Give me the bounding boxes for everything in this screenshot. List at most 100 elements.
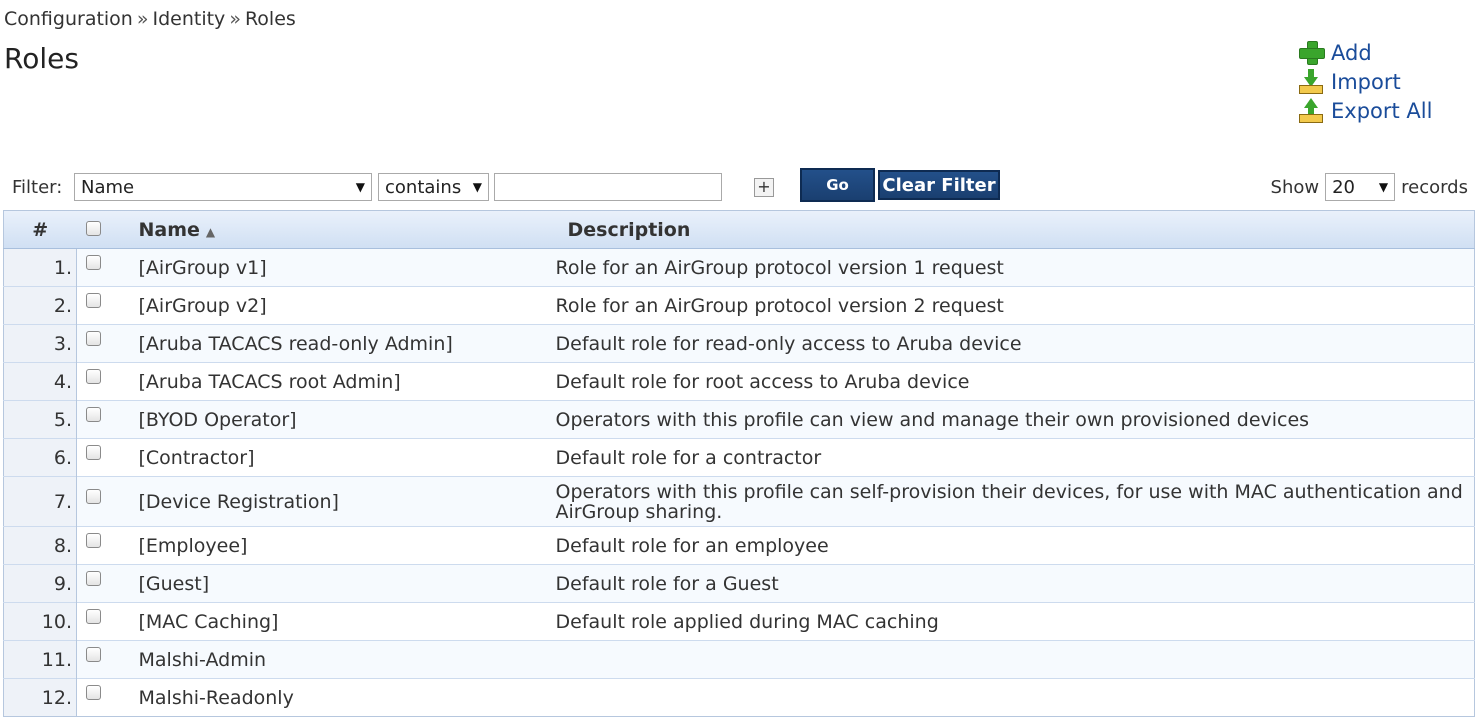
add-filter-condition-button[interactable]: + xyxy=(754,178,774,197)
filter-operator-select[interactable]: contains ▼ xyxy=(378,173,489,201)
row-select-cell xyxy=(77,679,131,717)
row-select-cell xyxy=(77,325,131,363)
filter-label: Filter: xyxy=(12,177,63,198)
row-select-cell xyxy=(77,363,131,401)
row-number: 11. xyxy=(3,640,77,679)
row-number: 12. xyxy=(3,678,77,717)
row-checkbox[interactable] xyxy=(86,292,101,308)
row-checkbox[interactable] xyxy=(86,330,101,346)
breadcrumb-separator: » xyxy=(136,8,149,30)
roles-table: # Name ▲ Description 1. [AirGroup v1] Role … xyxy=(3,210,1475,717)
row-checkbox[interactable] xyxy=(86,684,101,700)
role-description: Default role applied during MAC caching xyxy=(555,610,939,633)
row-select-cell xyxy=(77,249,131,287)
role-description: Default role for root access to Aruba de… xyxy=(555,370,970,393)
table-row[interactable]: 6. [Contractor] Default role for a contrac… xyxy=(3,438,1475,477)
select-all-checkbox[interactable] xyxy=(85,220,101,236)
row-checkbox[interactable] xyxy=(86,532,101,548)
row-number: 9. xyxy=(3,564,77,603)
action-links: Add Import Export All xyxy=(1298,40,1432,124)
row-select-cell xyxy=(77,603,131,641)
role-description: Operators with this profile can self-pro… xyxy=(555,480,1463,523)
export-icon xyxy=(1298,98,1324,124)
row-number: 2. xyxy=(3,286,77,325)
table-row[interactable]: 3. [Aruba TACACS read-only Admin] Default … xyxy=(3,324,1475,363)
page-size-control: Show 20 ▼ records xyxy=(1271,173,1468,201)
role-name[interactable]: [Device Registration] xyxy=(131,477,556,527)
table-row[interactable]: 7. [Device Registration] Operators with th… xyxy=(3,476,1475,527)
row-checkbox[interactable] xyxy=(86,646,101,662)
breadcrumb-configuration[interactable]: Configuration xyxy=(4,8,133,30)
row-select-cell xyxy=(77,287,131,325)
page-title: Roles xyxy=(4,42,79,75)
table-row[interactable]: 1. [AirGroup v1] Role for an AirGroup prot… xyxy=(3,248,1475,287)
filter-field-select[interactable]: Name ▼ xyxy=(74,173,372,201)
import-label: Import xyxy=(1331,70,1401,94)
table-row[interactable]: 11. Malshi-Admin xyxy=(3,640,1475,679)
role-name[interactable]: [MAC Caching] xyxy=(131,603,556,641)
row-checkbox[interactable] xyxy=(86,406,101,422)
go-button[interactable]: Go xyxy=(800,168,875,202)
table-row[interactable]: 5. [BYOD Operator] Operators with this pro… xyxy=(3,400,1475,439)
row-select-cell xyxy=(77,527,131,565)
row-checkbox[interactable] xyxy=(86,608,101,624)
row-checkbox[interactable] xyxy=(86,254,101,270)
chevron-down-icon: ▼ xyxy=(355,180,365,194)
table-row[interactable]: 12. Malshi-Readonly xyxy=(3,678,1475,717)
row-checkbox[interactable] xyxy=(86,488,101,504)
import-link[interactable]: Import xyxy=(1298,69,1432,95)
role-name[interactable]: Malshi-Admin xyxy=(131,641,556,679)
row-select-cell xyxy=(77,477,131,527)
filter-bar: Filter: Name ▼ contains ▼ + Go Clear Fil… xyxy=(12,168,1472,204)
table-row[interactable]: 4. [Aruba TACACS root Admin] Default role … xyxy=(3,362,1475,401)
export-all-link[interactable]: Export All xyxy=(1298,98,1432,124)
role-name[interactable]: [Aruba TACACS root Admin] xyxy=(131,363,556,401)
clear-filter-button[interactable]: Clear Filter xyxy=(878,170,1000,200)
records-label: records xyxy=(1401,176,1468,198)
row-checkbox[interactable] xyxy=(86,368,101,384)
column-header-select xyxy=(76,210,131,249)
column-header-name-label: Name xyxy=(138,218,200,241)
row-checkbox[interactable] xyxy=(86,444,101,460)
row-number: 6. xyxy=(3,438,77,477)
role-name[interactable]: [AirGroup v1] xyxy=(131,249,556,287)
table-row[interactable]: 10. [MAC Caching] Default role applied dur… xyxy=(3,602,1475,641)
add-label: Add xyxy=(1331,41,1372,65)
filter-field-value: Name xyxy=(81,176,135,198)
column-header-name[interactable]: Name ▲ xyxy=(130,210,556,249)
column-header-description: Description xyxy=(555,210,1475,249)
table-header-row: # Name ▲ Description xyxy=(3,210,1475,249)
filter-search-input[interactable] xyxy=(494,173,722,201)
row-number: 10. xyxy=(3,602,77,641)
row-select-cell xyxy=(77,565,131,603)
import-icon xyxy=(1298,69,1324,95)
role-name[interactable]: [Guest] xyxy=(131,565,556,603)
sort-ascending-icon: ▲ xyxy=(205,224,216,239)
breadcrumb-identity[interactable]: Identity xyxy=(152,8,225,30)
column-header-number: # xyxy=(3,210,77,249)
row-select-cell xyxy=(77,401,131,439)
add-link[interactable]: Add xyxy=(1298,40,1432,66)
table-row[interactable]: 2. [AirGroup v2] Role for an AirGroup prot… xyxy=(3,286,1475,325)
page-size-select[interactable]: 20 ▼ xyxy=(1325,173,1396,201)
add-plus-icon xyxy=(1298,40,1325,66)
breadcrumb: Configuration» Identity» Roles xyxy=(4,8,296,30)
page-size-value: 20 xyxy=(1332,176,1356,198)
role-description xyxy=(556,679,1475,717)
row-select-cell xyxy=(77,439,131,477)
table-row[interactable]: 8. [Employee] Default role for an employee xyxy=(3,526,1475,565)
role-description: Default role for an employee xyxy=(555,534,829,557)
role-description: Role for an AirGroup protocol version 2 … xyxy=(555,294,1004,317)
role-description: Default role for a contractor xyxy=(555,446,822,469)
role-name[interactable]: [BYOD Operator] xyxy=(131,401,556,439)
chevron-down-icon: ▼ xyxy=(1378,180,1389,194)
role-description: Role for an AirGroup protocol version 1 … xyxy=(555,256,1004,279)
table-row[interactable]: 9. [Guest] Default role for a Guest xyxy=(3,564,1475,603)
role-name[interactable]: [AirGroup v2] xyxy=(131,287,556,325)
role-name[interactable]: [Aruba TACACS read-only Admin] xyxy=(131,325,556,363)
row-checkbox[interactable] xyxy=(86,570,101,586)
breadcrumb-roles: Roles xyxy=(244,8,296,30)
role-name[interactable]: Malshi-Readonly xyxy=(131,679,556,717)
role-name[interactable]: [Employee] xyxy=(131,527,556,565)
role-name[interactable]: [Contractor] xyxy=(131,439,556,477)
